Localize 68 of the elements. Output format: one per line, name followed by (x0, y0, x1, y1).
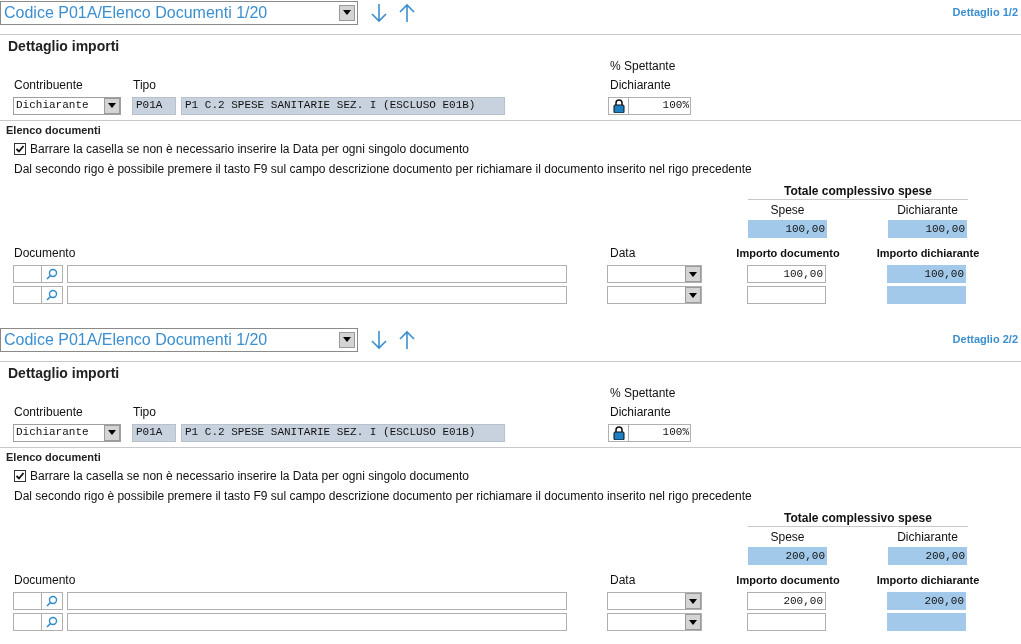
column-header: Importo dichiarante (875, 245, 981, 261)
amount-field[interactable] (747, 286, 826, 304)
search-button[interactable] (42, 613, 63, 631)
document-description-field[interactable] (67, 592, 567, 610)
hint-text: Dal secondo rigo è possibile premere il tasto F9 sul campo descrizione documento per richiamare il documento inserito nel rigo precedente (14, 488, 753, 505)
checkbox-label: Barrare la casella se non è necessario inserire la Data per ogni singolo documento (30, 141, 469, 158)
hint-text: Dal secondo rigo è possibile premere il tasto F9 sul campo descrizione documento per richiamare il documento inserito nel rigo precedente (14, 161, 753, 178)
up-arrow-icon[interactable] (397, 329, 417, 350)
totals-title: Totale complessivo spese (784, 183, 932, 199)
search-button[interactable] (42, 286, 63, 304)
record-selector[interactable]: Codice P01A/Elenco Documenti 1/20 (0, 327, 358, 352)
tipo-code-field: P01A (132, 423, 176, 442)
section-title: Elenco documenti (6, 123, 102, 138)
tipo-code-field: P01A (132, 96, 176, 115)
declarant-amount-field: 200,00 (887, 592, 966, 610)
document-code-field[interactable] (13, 592, 42, 610)
down-arrow-icon[interactable] (369, 2, 389, 23)
tipo-description-field: P1 C.2 SPESE SANITARIE SEZ. I (ESCLUSO E01B) (181, 96, 505, 115)
total-dichiarante-field: 100,00 (888, 220, 967, 238)
column-header: Spese (769, 528, 806, 546)
amount-field[interactable]: 200,00 (747, 592, 826, 610)
total-spese-field: 200,00 (748, 547, 827, 565)
contribuente-select[interactable]: Dichiarante (13, 96, 121, 115)
up-arrow-icon[interactable] (397, 2, 417, 23)
tipo-description-field: P1 C.2 SPESE SANITARIE SEZ. I (ESCLUSO E01B) (181, 423, 505, 442)
percent-header: % Spettante (610, 385, 676, 402)
amount-field[interactable]: 100,00 (747, 265, 826, 283)
field-label: Contribuente (14, 77, 84, 94)
document-description-field[interactable] (67, 613, 567, 631)
declarant-amount-field: 100,00 (887, 265, 966, 283)
section-title: Elenco documenti (6, 450, 102, 465)
column-header: Dichiarante (896, 528, 959, 546)
total-spese-field: 100,00 (748, 220, 827, 238)
field-label: Contribuente (14, 404, 84, 421)
column-header: Spese (769, 201, 806, 219)
column-header: Documento (14, 572, 77, 589)
record-selector[interactable]: Codice P01A/Elenco Documenti 1/20 (0, 0, 358, 25)
search-button[interactable] (42, 265, 63, 283)
document-description-field[interactable] (67, 265, 567, 283)
checkbox-label: Barrare la casella se non è necessario inserire la Data per ogni singolo documento (30, 468, 469, 485)
column-header: Importo documento (735, 245, 841, 261)
section-title: Dettaglio importi (8, 37, 121, 56)
section-title: Dettaglio importi (8, 364, 121, 383)
document-code-field[interactable] (13, 286, 42, 304)
document-code-field[interactable] (13, 613, 42, 631)
field-label: Dichiarante (610, 77, 671, 94)
checkbox[interactable] (14, 470, 26, 482)
column-header: Dichiarante (896, 201, 959, 219)
totals-title: Totale complessivo spese (784, 510, 932, 526)
column-header: Importo documento (735, 572, 841, 588)
checkbox[interactable] (14, 143, 26, 155)
column-header: Data (610, 572, 637, 589)
down-arrow-icon[interactable] (369, 329, 389, 350)
detail-link[interactable]: Dettaglio 1/2 (952, 4, 1018, 21)
search-button[interactable] (42, 592, 63, 610)
detail-link[interactable]: Dettaglio 2/2 (952, 331, 1018, 348)
percent-header: % Spettante (610, 58, 676, 75)
contribuente-select[interactable]: Dichiarante (13, 423, 121, 442)
column-header: Data (610, 245, 637, 262)
document-description-field[interactable] (67, 286, 567, 304)
column-header: Importo dichiarante (875, 572, 981, 588)
field-label: Tipo (133, 77, 157, 94)
amount-field[interactable] (747, 613, 826, 631)
field-label: Tipo (133, 404, 157, 421)
total-dichiarante-field: 200,00 (888, 547, 967, 565)
column-header: Documento (14, 245, 77, 262)
field-label: Dichiarante (610, 404, 671, 421)
document-code-field[interactable] (13, 265, 42, 283)
